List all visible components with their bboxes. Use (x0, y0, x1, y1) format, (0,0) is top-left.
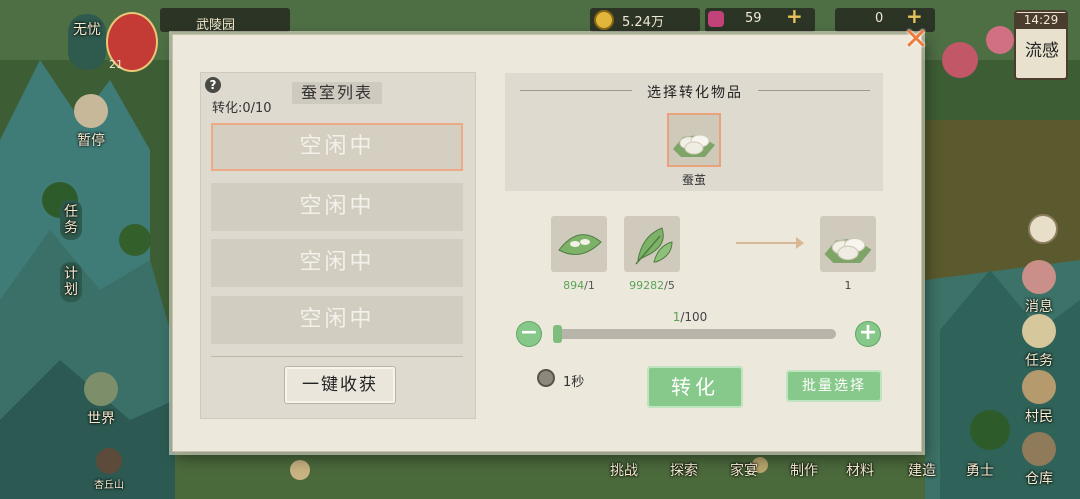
quest-button-left[interactable]: 任务 (60, 200, 82, 240)
arrow-right-icon (736, 242, 802, 244)
product-count: 1 (844, 279, 852, 292)
plan-button[interactable]: 计划 (60, 262, 82, 302)
pause-button[interactable]: 暂停 (68, 94, 114, 150)
cocoon-icon (673, 134, 715, 157)
material-slot-2 (624, 216, 680, 272)
batch-select-button[interactable]: 批量选择 (786, 370, 882, 402)
conversion-count: 转化:0/10 (212, 101, 272, 116)
plan-label: 计划 (64, 266, 78, 298)
bottom-feast[interactable]: 家宴 (720, 460, 768, 480)
material-2-need: /5 (664, 279, 675, 292)
room-slot-3[interactable]: 空闲中 (211, 239, 463, 287)
message-label: 消息 (1025, 299, 1053, 315)
gem-icon (708, 11, 724, 27)
title-rule-left (520, 90, 632, 91)
message-button[interactable]: 消息 (1016, 260, 1062, 316)
convert-button[interactable]: 转化 (647, 366, 743, 408)
bottom-challenge[interactable]: 挑战 (600, 460, 648, 480)
material-1-count: 894/1 (539, 279, 619, 292)
season-label: 流感 (1025, 41, 1059, 61)
bottom-materials[interactable]: 材料 (836, 460, 884, 480)
clock-time: 14:29 (1014, 13, 1068, 29)
menu-flower-icon[interactable] (1028, 214, 1058, 244)
location-label: 武陵园 (196, 18, 236, 33)
cocoon-product-icon (824, 237, 872, 264)
clock-icon (537, 369, 555, 387)
coin-value: 5.24万 (622, 15, 664, 30)
player-level: 21 (109, 58, 123, 71)
bottom-build[interactable]: 建造 (898, 460, 946, 480)
harvest-all-button[interactable]: 一键收获 (284, 366, 396, 404)
quantity-slider-thumb[interactable] (553, 325, 562, 343)
selected-item-name: 蚕茧 (681, 173, 706, 187)
product-slot (820, 216, 876, 272)
warehouse-icon (1022, 432, 1056, 466)
villager-icon (1022, 370, 1056, 404)
add-gem-icon[interactable]: + (786, 4, 803, 28)
close-icon[interactable]: ✕ (902, 25, 930, 55)
room-slot-1[interactable]: 空闲中 (211, 123, 463, 171)
ticket-value: 0 (875, 11, 884, 26)
material-1-have: 894 (563, 279, 585, 292)
material-slot-1 (551, 216, 607, 272)
mountain-button[interactable]: 杏丘山 (86, 448, 132, 491)
quest-label-right: 任务 (1025, 353, 1053, 369)
room-list-title: 蚕室列表 (292, 82, 382, 104)
bottom-explore[interactable]: 探索 (660, 460, 708, 480)
room-slot-2[interactable]: 空闲中 (211, 183, 463, 231)
world-button[interactable]: 世界 (78, 372, 124, 428)
pig-icon (1022, 260, 1056, 294)
help-icon[interactable]: ? (205, 77, 221, 93)
player-name: 无忧 (73, 22, 101, 38)
room-slot-4[interactable]: 空闲中 (211, 296, 463, 344)
increase-quantity-button[interactable]: + (856, 322, 880, 346)
pick-item-title: 选择转化物品 (647, 85, 743, 101)
bottom-craft[interactable]: 制作 (780, 460, 828, 480)
coin-icon (594, 10, 614, 30)
quantity-readout: 1/100 (640, 310, 740, 324)
player-name-tag[interactable]: 无忧 (68, 14, 106, 70)
material-2-count: 99282/5 (612, 279, 692, 292)
scroll-icon (1022, 314, 1056, 348)
quest-button-right[interactable]: 任务 (1016, 314, 1062, 370)
arrow-head (796, 237, 804, 249)
selected-item-slot[interactable] (667, 113, 721, 167)
material-1-need: /1 (584, 279, 595, 292)
world-icon (84, 372, 118, 406)
mulberry-leaf-silkworm-icon (558, 234, 602, 255)
conversion-time: 1秒 (563, 375, 585, 390)
bottom-hero[interactable]: 勇士 (956, 460, 1004, 480)
quest-label-left: 任务 (64, 204, 78, 236)
decrease-quantity-button[interactable]: − (517, 322, 541, 346)
material-2-have: 99282 (629, 279, 665, 292)
mushroom-icon (74, 94, 108, 128)
mountain-label: 杏丘山 (94, 480, 124, 491)
villager-button[interactable]: 村民 (1016, 370, 1062, 426)
pause-label: 暂停 (77, 133, 105, 149)
warehouse-button[interactable]: 仓库 (1016, 432, 1062, 488)
mulberry-leaf-icon (635, 227, 673, 265)
quantity-max: /100 (680, 310, 708, 324)
world-label: 世界 (87, 411, 115, 427)
quantity-slider-track[interactable] (556, 329, 836, 339)
gem-value: 59 (745, 11, 762, 26)
mountain-icon (96, 448, 122, 474)
warehouse-label: 仓库 (1025, 471, 1053, 487)
panel-divider (211, 356, 463, 357)
villager-label: 村民 (1025, 409, 1053, 425)
title-rule-right (758, 90, 870, 91)
